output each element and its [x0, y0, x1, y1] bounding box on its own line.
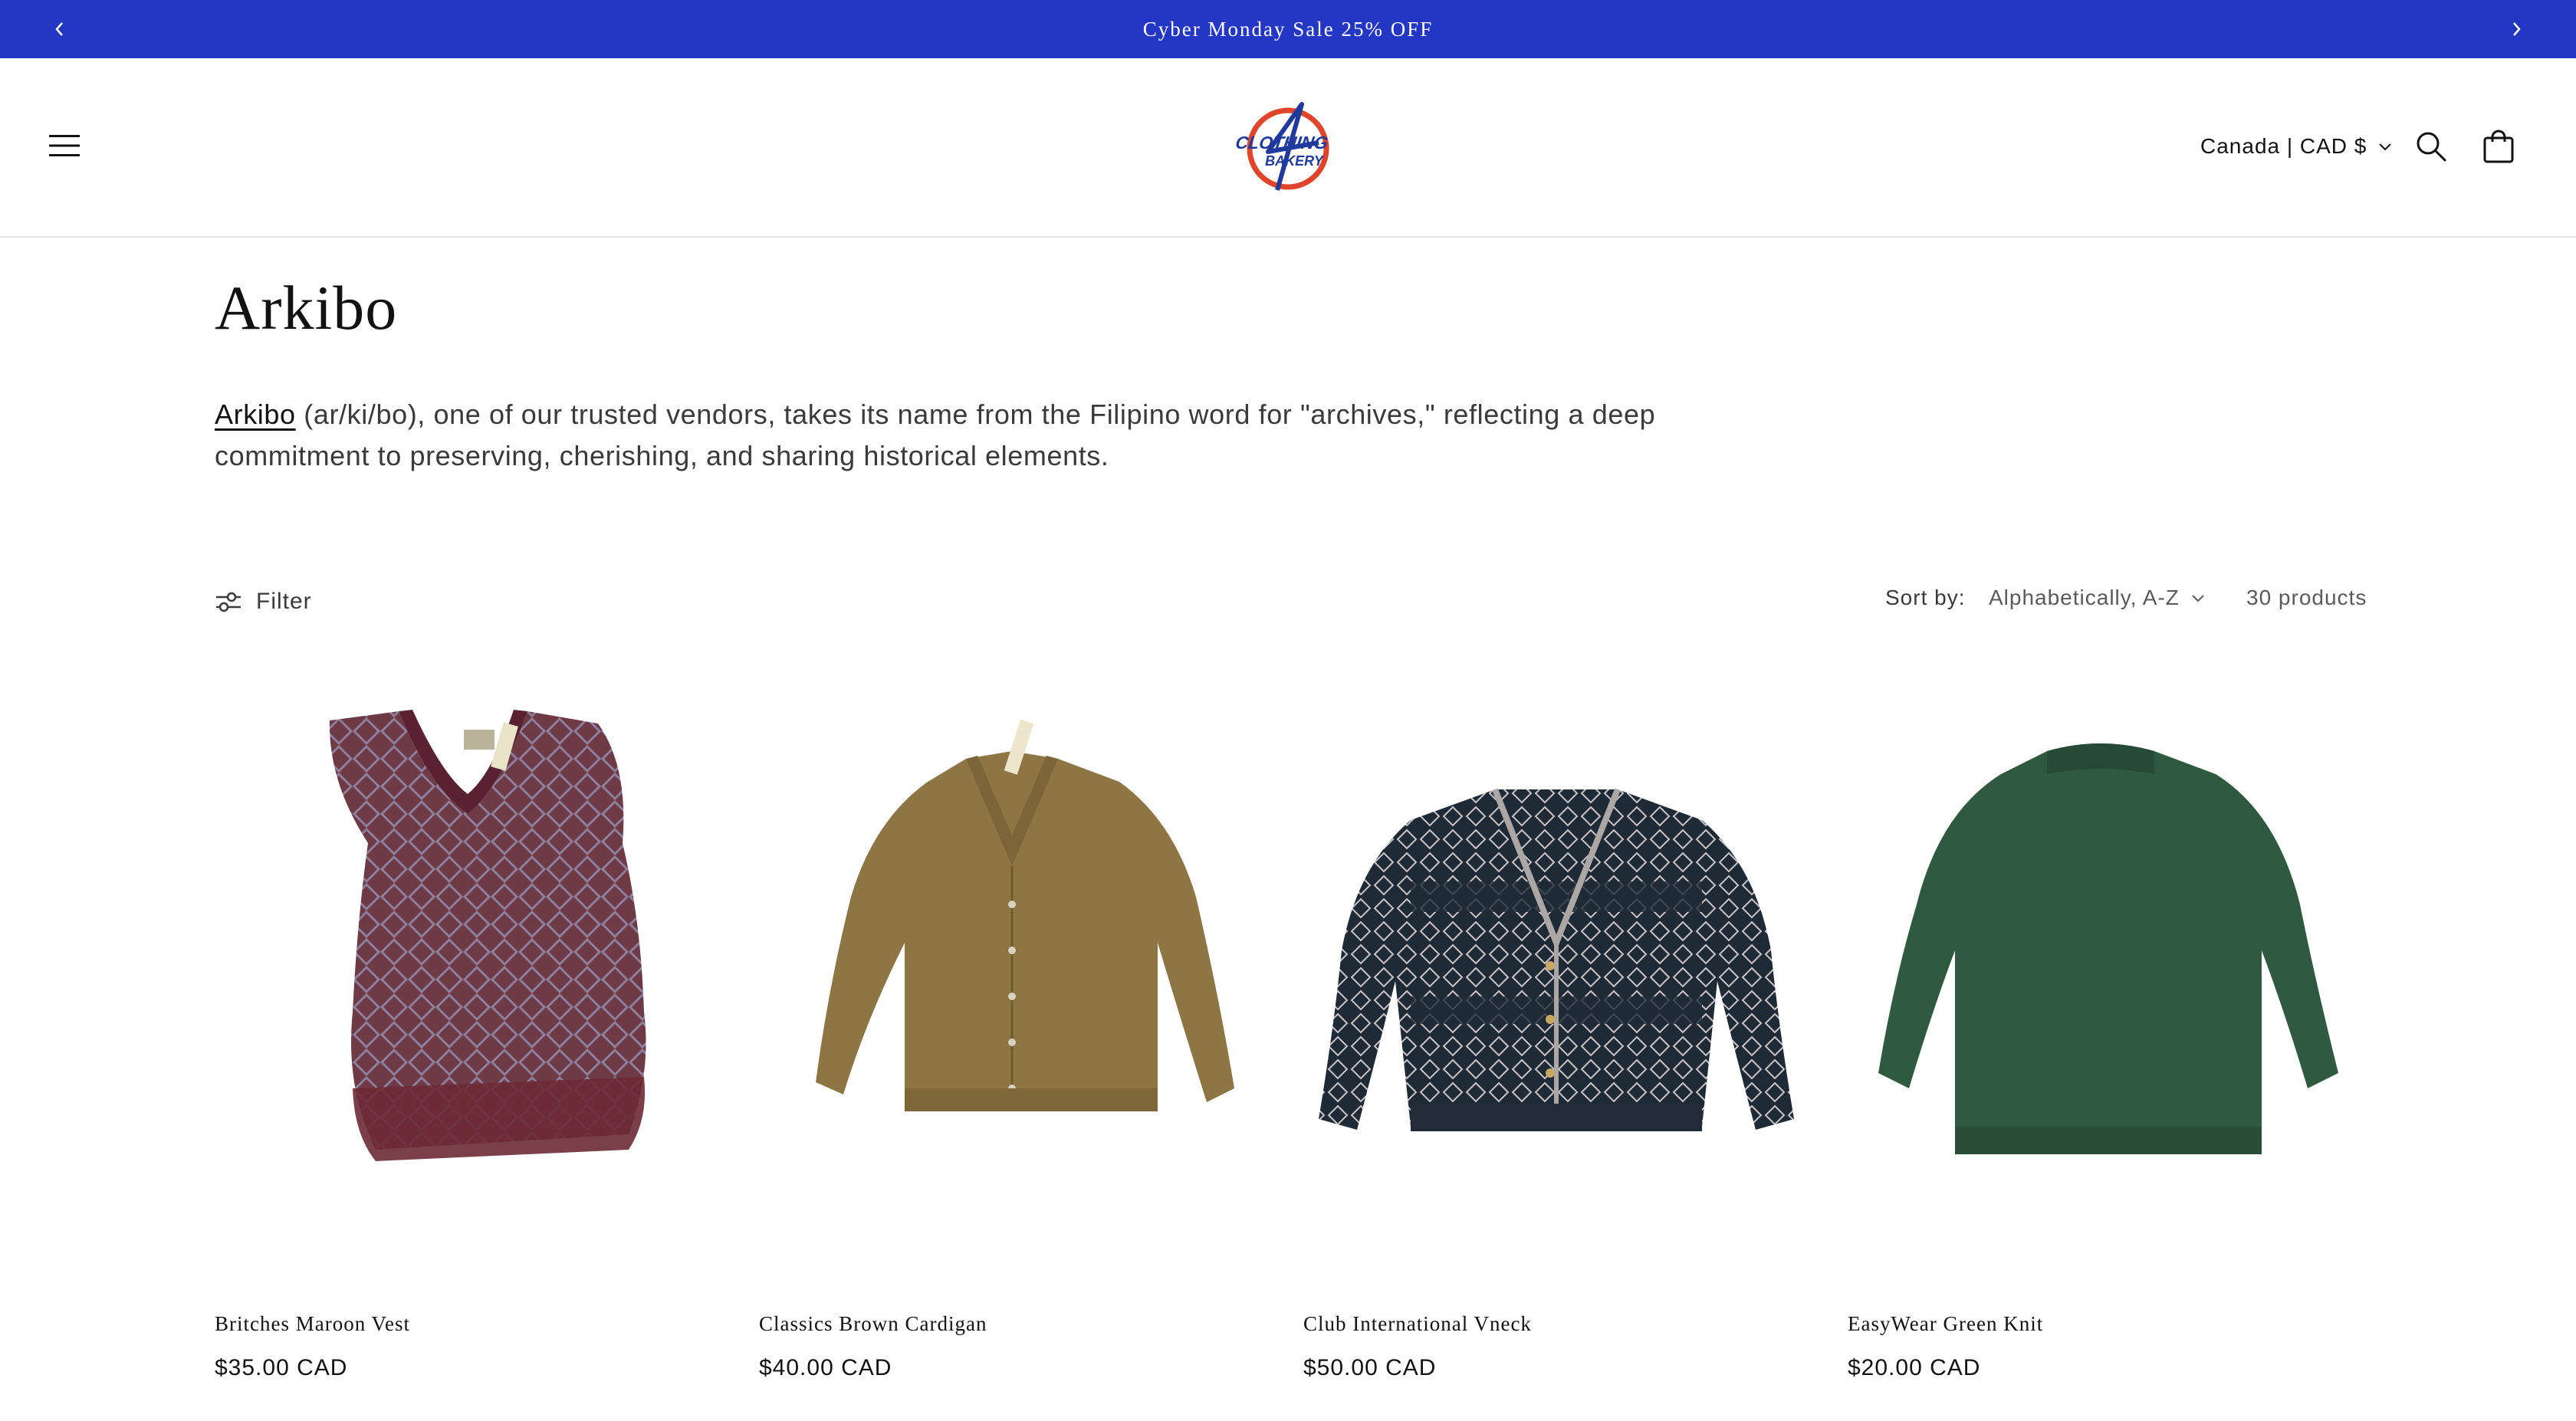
filter-sliders-icon	[216, 592, 241, 612]
logo-icon: CLOTHING BAKERY	[1234, 102, 1329, 191]
product-image[interactable]	[215, 690, 721, 1196]
chevron-left-icon	[55, 22, 63, 36]
brown-cardigan-image	[816, 719, 1234, 1111]
hamburger-icon	[49, 135, 80, 156]
announcement-bar: Cyber Monday Sale 25% OFF	[0, 0, 2576, 58]
next-announcement-button[interactable]	[2499, 12, 2533, 46]
sort-select[interactable]: Alphabetically, A-Z	[1989, 583, 2206, 613]
chevron-right-icon	[2513, 22, 2521, 36]
search-icon	[2417, 132, 2446, 162]
product-count: 30 products	[2246, 586, 2367, 609]
product-price: $50.00 CAD	[1303, 1355, 1437, 1380]
product-price: $40.00 CAD	[759, 1355, 892, 1380]
product-card[interactable]: EasyWear Green Knit $20.00 CAD	[1848, 690, 2354, 1421]
sort-label: Sort by:	[1885, 586, 1966, 609]
country-selector[interactable]: Canada | CAD $	[2200, 127, 2393, 166]
previous-announcement-button[interactable]	[43, 12, 77, 46]
filter-button[interactable]: Filter	[215, 583, 312, 621]
announcement-text[interactable]: Cyber Monday Sale 25% OFF	[1143, 18, 1433, 41]
country-selector-label: Canada | CAD $	[2200, 134, 2367, 158]
menu-button[interactable]	[43, 124, 86, 167]
search-button[interactable]	[2410, 126, 2452, 167]
product-card[interactable]: Classics Brown Cardigan $40.00 CAD	[759, 690, 1265, 1421]
svg-text:CLOTHING: CLOTHING	[1234, 133, 1329, 153]
sweater-vest-image	[329, 710, 646, 1161]
filter-label: Filter	[256, 589, 312, 614]
site-header: CLOTHING BAKERY Canada | CAD $	[0, 58, 2576, 238]
vendor-link[interactable]: Arkibo	[215, 399, 296, 430]
product-image[interactable]	[1848, 690, 2354, 1196]
product-name[interactable]: Club International Vneck	[1303, 1312, 1532, 1336]
product-name[interactable]: EasyWear Green Knit	[1848, 1312, 2043, 1336]
product-card[interactable]: Britches Maroon Vest $35.00 CAD	[215, 690, 721, 1421]
svg-text:BAKERY: BAKERY	[1265, 153, 1325, 169]
cart-icon	[2483, 130, 2514, 163]
cart-button[interactable]	[2476, 124, 2521, 169]
product-name[interactable]: Britches Maroon Vest	[215, 1312, 410, 1336]
patterned-cardigan-image	[1319, 788, 1794, 1131]
product-image[interactable]	[759, 690, 1265, 1196]
green-knit-image	[1878, 743, 2338, 1154]
product-image[interactable]	[1303, 690, 1809, 1196]
sort-value: Alphabetically, A-Z	[1989, 586, 2180, 609]
product-price: $35.00 CAD	[215, 1355, 348, 1380]
product-grid: Britches Maroon Vest $35.00 CAD Classics…	[215, 690, 2361, 1421]
product-price: $20.00 CAD	[1848, 1355, 1981, 1380]
collection-description: Arkibo (ar/ki/bo), one of our trusted ve…	[215, 394, 1687, 477]
store-logo[interactable]: CLOTHING BAKERY	[1233, 98, 1343, 195]
product-card[interactable]: Club International Vneck $50.00 CAD	[1303, 690, 1809, 1421]
description-text: (ar/ki/bo), one of our trusted vendors, …	[215, 399, 1656, 471]
chevron-down-icon	[2192, 595, 2204, 602]
chevron-down-icon	[2379, 143, 2392, 151]
product-name[interactable]: Classics Brown Cardigan	[759, 1312, 987, 1336]
page-title: Arkibo	[215, 273, 398, 343]
